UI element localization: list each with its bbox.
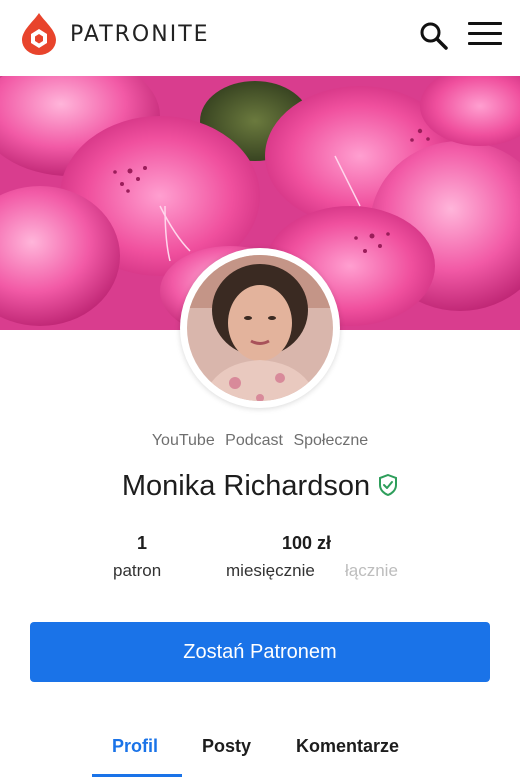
tab-profil[interactable]: Profil — [112, 736, 158, 757]
patronite-logo[interactable]: PATRONITE — [20, 12, 210, 56]
avatar-photo — [184, 252, 336, 404]
active-tab-indicator — [92, 774, 182, 777]
tab-posty[interactable]: Posty — [202, 736, 251, 757]
hamburger-menu-icon[interactable] — [468, 22, 502, 50]
patrons-count: 1 — [137, 533, 148, 553]
creator-categories: YouTube Podcast Społeczne — [0, 432, 520, 450]
become-patron-button[interactable]: Zostań Patronem — [30, 622, 490, 682]
category-podcast[interactable]: Podcast — [225, 432, 283, 449]
period-total-toggle[interactable]: łącznie — [345, 561, 398, 581]
verified-shield-icon — [379, 474, 398, 497]
search-button[interactable] — [418, 20, 450, 52]
brand-name: PATRONITE — [70, 21, 210, 47]
tab-komentarze[interactable]: Komentarze — [296, 736, 399, 757]
creator-name: Monika Richardson — [121, 470, 371, 502]
category-spoleczne[interactable]: Społeczne — [293, 432, 368, 449]
search-icon — [420, 22, 448, 50]
menu-bar — [468, 42, 502, 45]
menu-bar — [468, 32, 502, 35]
amount-value: 100 zł — [282, 533, 332, 553]
period-monthly-toggle[interactable]: miesięcznie — [226, 561, 315, 581]
profile-tabs: Profil Posty Komentarze — [0, 722, 520, 780]
category-youtube[interactable]: YouTube — [152, 432, 215, 449]
creator-name-row: Monika Richardson — [0, 470, 520, 503]
menu-bar — [468, 22, 502, 25]
creator-avatar[interactable] — [180, 248, 340, 408]
patrons-label: patron — [113, 561, 162, 580]
top-header: PATRONITE — [0, 0, 520, 76]
patronite-drop-logo-icon — [22, 13, 56, 55]
